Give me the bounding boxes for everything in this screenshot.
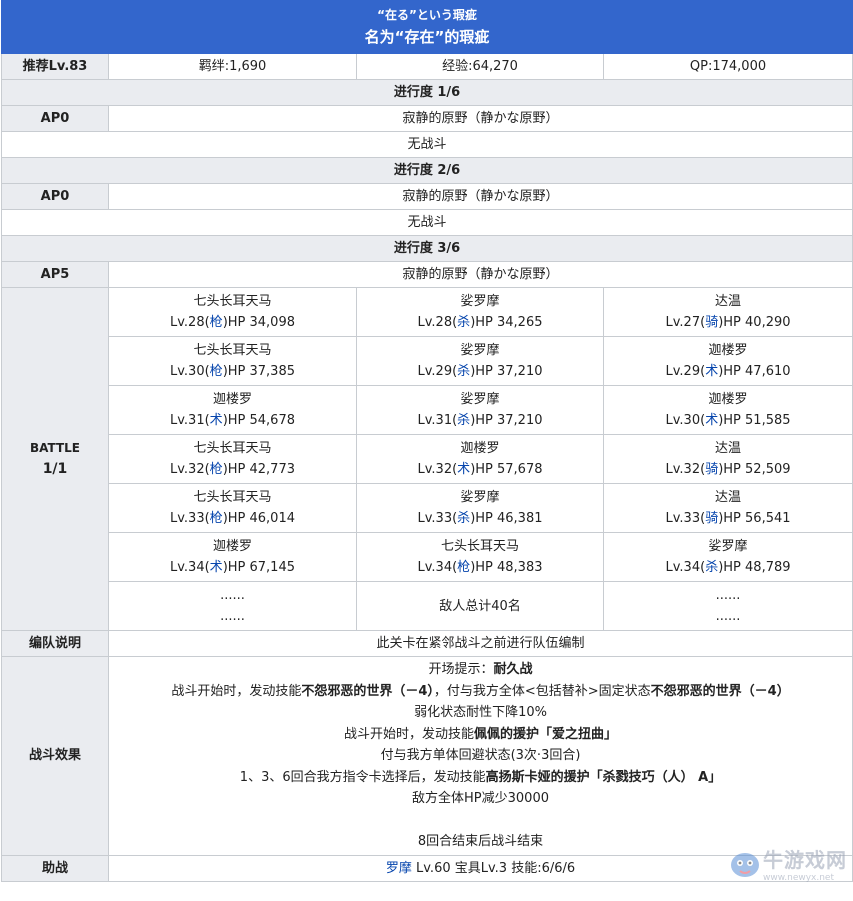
enemy-cell: 达温 Lv.33(骑)HP 56,541 (602, 483, 853, 533)
effects-body: 开场提示：耐久战 战斗开始时，发动技能不怨邪恶的世界（－4），付与我方全体<包括… (107, 656, 853, 856)
progress-header: 进行度 3/6 (0, 235, 853, 262)
enemy-class[interactable]: 枪 (210, 315, 223, 330)
support-servant-link[interactable]: 罗摩 (386, 861, 412, 876)
bond-reward: 羁绊:1,690 (108, 53, 357, 80)
support-label: 助战 (1, 854, 109, 882)
enemy-cell: 迦楼罗 Lv.29(术)HP 47,610 (602, 336, 853, 386)
enemy-class[interactable]: 枪 (210, 364, 223, 379)
enemy-name: 迦楼罗 (212, 539, 252, 554)
enemy-row: 迦楼罗 Lv.34(术)HP 67,145 七头长耳天马 Lv.34(枪)HP 48… (2, 532, 853, 582)
enemy-cell: 七头长耳天马 Lv.30(枪)HP 37,385 (108, 336, 357, 386)
enemy-row: BATTLE 1/1 七头长耳天马 Lv.28(枪)HP 34,098 娑罗摩 Lv… (1, 287, 853, 631)
enemy-class[interactable]: 术 (705, 364, 718, 379)
watermark-url: www.newyx.net (763, 873, 835, 883)
no-battle-text: 无战斗 (0, 131, 853, 158)
enemy-cell: 娑罗摩 Lv.33(杀)HP 46,381 (356, 483, 604, 533)
support-row: 助战 罗摩 Lv.60 宝具Lv.3 技能:6/6/6 (1, 854, 853, 882)
quest-title: “在る”という瑕疵 名为“存在”的瑕疵 (0, 0, 853, 54)
location: 寂静的原野（静かな原野） (107, 261, 853, 288)
enemy-cell: 娑罗摩 Lv.28(杀)HP 34,265 (356, 287, 604, 337)
quest-table: “在る”という瑕疵 名为“存在”的瑕疵 推荐Lv.83 羁绊:1,690 经验:… (0, 0, 853, 882)
location: 寂静的原野（静かな原野） (107, 183, 853, 210)
enemy-cell: 七头长耳天马 Lv.28(枪)HP 34,098 (108, 287, 357, 337)
quest-title-jp: “在る”という瑕疵 (377, 8, 477, 22)
enemy-name: 迦楼罗 (460, 441, 500, 456)
enemy-name: 迦楼罗 (708, 343, 748, 358)
enemy-name: 达温 (715, 294, 742, 309)
effects-label: 战斗效果 (1, 656, 109, 856)
enemy-more-right: ............ (602, 581, 853, 631)
formation-label: 编队说明 (1, 630, 109, 657)
enemy-cell: 达温 Lv.27(骑)HP 40,290 (602, 287, 853, 337)
enemy-cell: 七头长耳天马 Lv.33(枪)HP 46,014 (108, 483, 357, 533)
enemy-row: 七头长耳天马 Lv.32(枪)HP 42,773 迦楼罗 Lv.32(术)HP 57… (2, 434, 853, 484)
enemy-cell: 迦楼罗 Lv.31(术)HP 54,678 (108, 385, 357, 435)
enemy-name: 七头长耳天马 (193, 490, 272, 505)
enemy-name: 达温 (715, 490, 742, 505)
formation-text: 此关卡在紧邻战斗之前进行队伍编制 (107, 630, 853, 657)
watermark-text: 牛游戏网 (763, 848, 847, 872)
enemy-class[interactable]: 术 (210, 413, 223, 428)
progress-header: 进行度 2/6 (0, 157, 853, 184)
enemy-cell: 七头长耳天马 Lv.32(枪)HP 42,773 (108, 434, 357, 484)
recommended-level: 推荐Lv.83 (1, 53, 109, 80)
battle-label: BATTLE 1/1 (1, 287, 109, 631)
enemy-class[interactable]: 术 (705, 413, 718, 428)
enemy-cell: 迦楼罗 Lv.34(术)HP 67,145 (108, 532, 357, 582)
ap-cost: AP0 (1, 105, 109, 132)
enemy-row: 七头长耳天马 Lv.30(枪)HP 37,385 娑罗摩 Lv.29(杀)HP 37… (2, 336, 853, 386)
enemy-class[interactable]: 枪 (210, 511, 223, 526)
enemy-name: 七头长耳天马 (193, 441, 272, 456)
enemy-name: 七头长耳天马 (193, 294, 272, 309)
effects-row: 战斗效果 开场提示：耐久战 战斗开始时，发动技能不怨邪恶的世界（－4），付与我方… (1, 656, 853, 856)
enemy-cell: 七头长耳天马 Lv.34(枪)HP 48,383 (356, 532, 604, 582)
enemy-cell: 达温 Lv.32(骑)HP 52,509 (602, 434, 853, 484)
enemy-name: 七头长耳天马 (440, 539, 519, 554)
summary-row: 推荐Lv.83 羁绊:1,690 经验:64,270 QP:174,000 (1, 53, 853, 80)
quest-title-row: “在る”という瑕疵 名为“存在”的瑕疵 (0, 0, 853, 54)
qp-reward: QP:174,000 (602, 53, 853, 80)
enemy-class[interactable]: 骑 (705, 462, 718, 477)
enemy-name: 娑罗摩 (460, 490, 500, 505)
enemy-cell: 迦楼罗 Lv.30(术)HP 51,585 (602, 385, 853, 435)
enemy-class[interactable]: 术 (210, 560, 223, 575)
location: 寂静的原野（静かな原野） (107, 105, 853, 132)
enemy-name: 迦楼罗 (212, 392, 252, 407)
enemy-class[interactable]: 骑 (705, 315, 718, 330)
enemy-cell: 娑罗摩 Lv.34(杀)HP 48,789 (602, 532, 853, 582)
enemy-class[interactable]: 杀 (457, 364, 470, 379)
enemy-class[interactable]: 术 (457, 462, 470, 477)
enemy-class[interactable]: 杀 (457, 315, 470, 330)
enemy-more-left: ............ (108, 581, 357, 631)
enemy-name: 娑罗摩 (708, 539, 748, 554)
enemy-row: 七头长耳天马 Lv.33(枪)HP 46,014 娑罗摩 Lv.33(杀)HP 46… (2, 483, 853, 533)
enemy-row: ............ 敌人总计40名 ............ (2, 581, 853, 631)
formation-row: 编队说明 此关卡在紧邻战斗之前进行队伍编制 (1, 630, 853, 657)
enemy-name: 娑罗摩 (460, 343, 500, 358)
enemy-name: 七头长耳天马 (193, 343, 272, 358)
enemy-name: 娑罗摩 (460, 392, 500, 407)
enemy-class[interactable]: 枪 (457, 560, 470, 575)
enemy-class[interactable]: 杀 (457, 413, 470, 428)
enemy-name: 娑罗摩 (460, 294, 500, 309)
exp-reward: 经验:64,270 (356, 53, 604, 80)
enemy-class[interactable]: 枪 (210, 462, 223, 477)
enemy-cell: 娑罗摩 Lv.29(杀)HP 37,210 (356, 336, 604, 386)
progress-header: 进行度 1/6 (0, 79, 853, 106)
enemy-cell: 迦楼罗 Lv.32(术)HP 57,678 (356, 434, 604, 484)
mascot-icon (731, 852, 759, 877)
site-watermark: 牛游戏网 www.newyx.net (727, 844, 847, 883)
enemy-name: 迦楼罗 (708, 392, 748, 407)
enemy-class[interactable]: 杀 (705, 560, 718, 575)
enemy-class[interactable]: 杀 (457, 511, 470, 526)
enemy-cell: 娑罗摩 Lv.31(杀)HP 37,210 (356, 385, 604, 435)
enemy-name: 达温 (715, 441, 742, 456)
no-battle-text: 无战斗 (0, 209, 853, 236)
enemy-class[interactable]: 骑 (705, 511, 718, 526)
quest-title-cn: 名为“存在”的瑕疵 (364, 28, 490, 46)
enemy-total: 敌人总计40名 (356, 581, 604, 631)
enemy-row: 迦楼罗 Lv.31(术)HP 54,678 娑罗摩 Lv.31(杀)HP 37,21… (2, 385, 853, 435)
ap-cost: AP5 (1, 261, 109, 288)
ap-cost: AP0 (1, 183, 109, 210)
